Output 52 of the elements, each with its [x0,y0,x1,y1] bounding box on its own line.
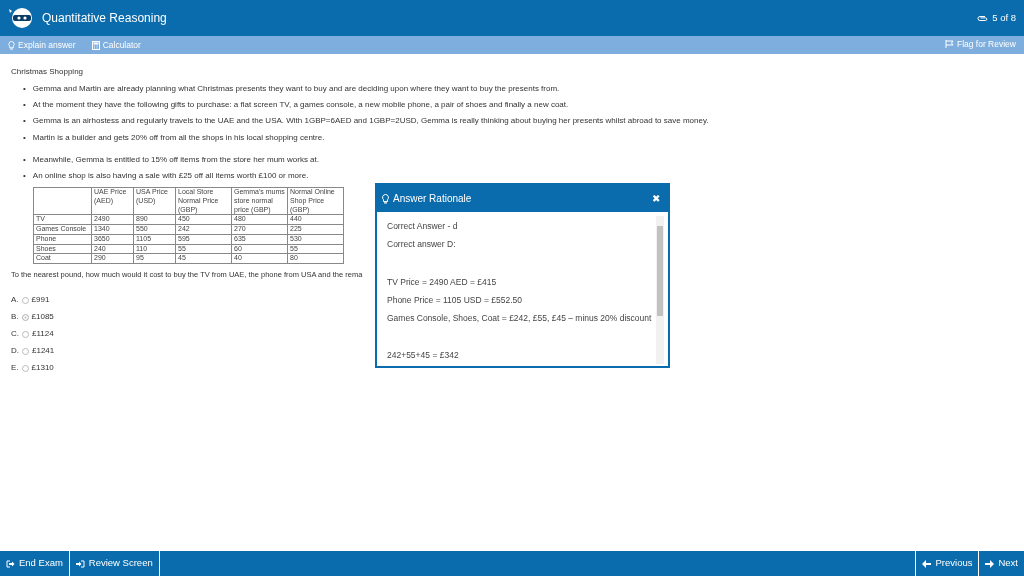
option-letter: C. [11,328,19,341]
option-letter: D. [11,345,19,358]
lightbulb-icon [382,193,389,204]
end-exam-button[interactable]: End Exam [0,551,70,576]
lightbulb-icon [8,40,15,50]
next-button[interactable]: Next [978,551,1024,576]
option-letter: E. [11,362,19,375]
bullet-marker: • [23,131,26,143]
bullet-point: An online shop is also having a sale with £25 off all items worth £100 or more. [32,169,309,182]
bullet-marker: • [23,153,26,165]
close-button[interactable]: ✖ [652,191,660,206]
bullet-point: At the moment they have the following gifts to purchase: a flat screen TV, a games console, a new mobile phone, a pair of shoes and finally a new coat. [32,99,569,111]
flag-icon [944,40,954,49]
rationale-line: TV Price = 2490 AED = £415 [387,276,498,289]
option-text: £1241 [32,345,55,358]
bullet-point: Martin is a builder and gets 20% off from all the shops in his local shopping centre. [32,131,325,143]
bullet-marker: • [23,99,26,111]
rationale-line: Correct answer D: [387,238,457,251]
option-letter: A. [11,294,19,307]
bullet-point: Meanwhile, Gemma is entitled to 15% off items from the store her mum works at. [32,153,319,165]
radio-button[interactable] [21,364,29,372]
exam-title: Quantitative Reasoning [42,10,167,27]
scrollbar[interactable] [656,216,664,364]
option-letter: B. [11,311,19,324]
option-text: £991 [31,294,50,307]
bullet-marker: • [23,169,26,182]
question-counter: 5 of 8 [992,10,1016,25]
left-arrow-icon [922,559,932,568]
ninja-logo-icon [8,7,34,29]
option-text: £1085 [31,311,54,324]
review-screen-button[interactable]: Review Screen [69,551,160,576]
exit-icon [6,559,15,568]
bullet-point: Gemma is an airhostess and regularly travels to the UAE and the USA. With 1GBP=6AED and 1GBP=2USD, Gemma is really thinking about buying her presents whilst abroad to save money. [32,115,709,127]
rationale-line: Games Console, Shoes, Coat = £242, £55, £45 – minus 20% discount [387,312,653,325]
bullet-point: Gemma and Martin are already planning what Christmas presents they want to buy and are deciding upon where they want to buy the presents from. [32,83,560,95]
option-text: £1124 [32,328,54,341]
radio-button[interactable] [21,296,29,304]
rationale-line: Phone Price = 1105 USD = £552.50 [387,294,523,307]
previous-button[interactable]: Previous [915,551,979,576]
calculator-icon [91,40,100,50]
rationale-line: Correct Answer - d [387,221,459,233]
bullet-marker: • [23,115,26,127]
radio-button[interactable] [22,330,29,338]
right-arrow-icon [985,559,995,568]
passage-title: Christmas Shopping [11,66,85,78]
option-text: £1310 [31,362,54,375]
enter-icon [75,559,85,568]
radio-button[interactable] [22,347,29,355]
bullet-marker: • [23,83,26,95]
paperclip-icon [977,14,989,22]
rationale-line: 242+55+45 = £342 [387,350,460,363]
dialog-title: Answer Rationale [393,192,472,206]
